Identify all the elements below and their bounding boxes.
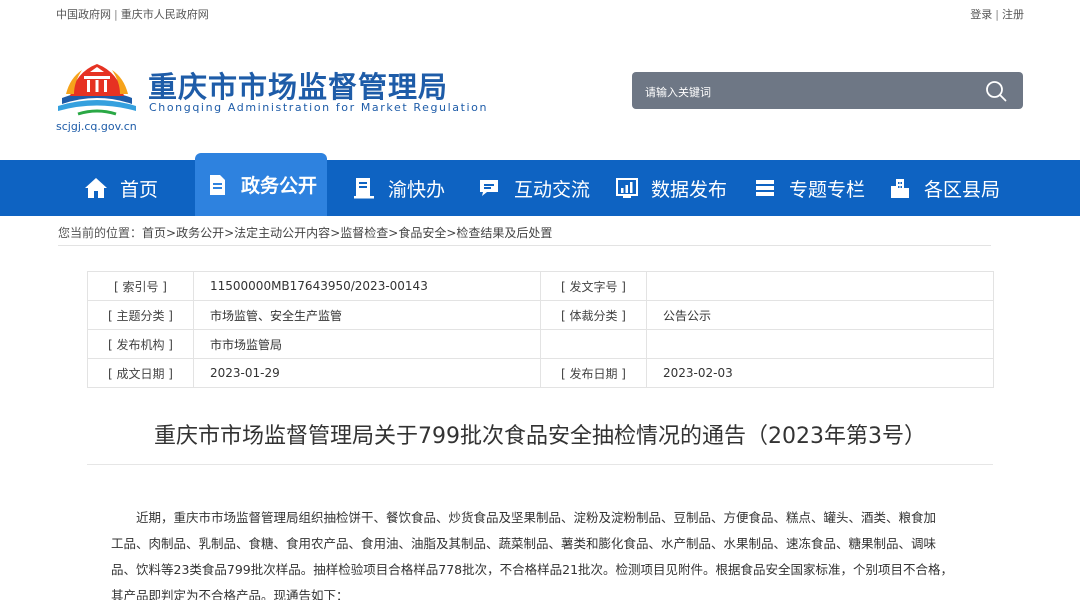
breadcrumb-separator: > bbox=[224, 226, 235, 240]
table-row: [ 主题分类 ] 市场监管、安全生产监管 [ 体裁分类 ] 公告公示 bbox=[87, 300, 994, 330]
info-value: 2023-01-29 bbox=[193, 358, 541, 388]
chat-icon bbox=[478, 176, 502, 200]
info-key bbox=[540, 329, 647, 359]
nav-label: 专题专栏 bbox=[789, 178, 866, 201]
top-links: 中国政府网 | 重庆市人民政府网 bbox=[56, 6, 209, 22]
breadcrumb: 您当前的位置：首页>政务公开>法定主动公开内容>监督检查>食品安全>检查结果及后… bbox=[58, 224, 991, 246]
breadcrumb-item[interactable]: 法定主动公开内容 bbox=[234, 226, 330, 240]
site-domain: scjgj.cq.gov.cn bbox=[56, 120, 137, 133]
nav-interaction[interactable]: 互动交流 bbox=[478, 160, 590, 216]
nav-district-bureaus[interactable]: 各区县局 bbox=[888, 160, 1000, 216]
info-key: [ 主题分类 ] bbox=[87, 300, 194, 330]
table-row: [ 发布机构 ] 市市场监管局 bbox=[87, 329, 994, 359]
article-text-line: 近期，重庆市市场监督管理局组织抽检饼干、餐饮食品、炒货食品及坚果制品、淀粉及淀粉… bbox=[111, 510, 937, 525]
breadcrumb-item[interactable]: 首页 bbox=[142, 226, 166, 240]
document-info-table: [ 索引号 ] 11500000MB17643950/2023-00143 [ … bbox=[87, 271, 994, 388]
nav-label: 政务公开 bbox=[241, 175, 318, 197]
breadcrumb-separator: > bbox=[166, 226, 177, 240]
info-value: 2023-02-03 bbox=[646, 358, 994, 388]
top-bar: 中国政府网 | 重庆市人民政府网 登录 | 注册 bbox=[0, 0, 1080, 24]
table-row: [ 索引号 ] 11500000MB17643950/2023-00143 [ … bbox=[87, 271, 994, 301]
search-bar[interactable]: 请输入关键词 bbox=[632, 72, 1023, 109]
nav-label: 渝快办 bbox=[388, 178, 446, 201]
nav-gov-affairs[interactable]: 政务公开 bbox=[195, 153, 328, 216]
article-text-line: 工品、肉制品、乳制品、食糖、食用农产品、食用油、油脂及其制品、蔬菜制品、薯类和膨… bbox=[111, 536, 937, 551]
info-value: 市场监管、安全生产监管 bbox=[193, 300, 541, 330]
divider: | bbox=[114, 8, 118, 21]
article-title: 重庆市市场监督管理局关于799批次食品安全抽检情况的通告（2023年第3号） bbox=[154, 424, 926, 449]
info-key: [ 发布日期 ] bbox=[540, 358, 647, 388]
info-key: [ 成文日期 ] bbox=[87, 358, 194, 388]
breadcrumb-separator: > bbox=[388, 226, 399, 240]
nav-label: 首页 bbox=[120, 178, 159, 201]
breadcrumb-separator: > bbox=[330, 226, 341, 240]
info-key: [ 索引号 ] bbox=[87, 271, 194, 301]
search-input[interactable]: 请输入关键词 bbox=[645, 84, 711, 100]
document-icon bbox=[205, 173, 229, 197]
site-title-en: Chongqing Administration for Market Regu… bbox=[149, 101, 489, 114]
search-icon[interactable] bbox=[985, 80, 1007, 102]
info-key: [ 体裁分类 ] bbox=[540, 300, 647, 330]
nav-label: 互动交流 bbox=[514, 178, 591, 201]
nav-home[interactable]: 首页 bbox=[84, 160, 158, 216]
breadcrumb-item[interactable]: 监督检查 bbox=[340, 226, 388, 240]
info-key: [ 发文字号 ] bbox=[540, 271, 647, 301]
link-cq-gov[interactable]: 重庆市人民政府网 bbox=[121, 8, 209, 21]
stack-icon bbox=[753, 176, 777, 200]
main-nav: 首页 政务公开 渝快办 互动交流 数据发布 专题专栏 各区县局 bbox=[0, 153, 1080, 216]
article-text-line: 品、饮料等23类食品799批次样品。抽样检验项目合格样品778批次，不合格样品2… bbox=[111, 562, 954, 577]
divider bbox=[87, 464, 993, 465]
table-row: [ 成文日期 ] 2023-01-29 [ 发布日期 ] 2023-02-03 bbox=[87, 358, 994, 388]
breadcrumb-item[interactable]: 政务公开 bbox=[176, 226, 224, 240]
nav-yukuaiban[interactable]: 渝快办 bbox=[352, 160, 445, 216]
home-icon bbox=[84, 176, 108, 200]
chart-icon bbox=[615, 176, 639, 200]
register-link[interactable]: 注册 bbox=[1002, 8, 1024, 21]
breadcrumb-label: 您当前的位置： bbox=[58, 226, 143, 240]
book-icon bbox=[352, 176, 376, 200]
info-value bbox=[646, 329, 994, 359]
account-links: 登录 | 注册 bbox=[970, 6, 1024, 22]
buildings-icon bbox=[888, 176, 912, 200]
site-header: 重庆市市场监督管理局 Chongqing Administration for … bbox=[0, 24, 1080, 160]
link-gov-cn[interactable]: 中国政府网 bbox=[56, 8, 111, 21]
article-text-line: 其产品即判定为不合格产品。现通告如下： bbox=[111, 588, 349, 600]
article-body: 近期，重庆市市场监督管理局组织抽检饼干、餐饮食品、炒货食品及坚果制品、淀粉及淀粉… bbox=[111, 505, 967, 600]
divider: | bbox=[995, 8, 999, 21]
info-key: [ 发布机构 ] bbox=[87, 329, 194, 359]
breadcrumb-item[interactable]: 食品安全 bbox=[398, 226, 446, 240]
nav-label: 数据发布 bbox=[651, 178, 728, 201]
info-value: 市市场监管局 bbox=[193, 329, 541, 359]
nav-data-release[interactable]: 数据发布 bbox=[615, 160, 727, 216]
nav-special-topics[interactable]: 专题专栏 bbox=[753, 160, 865, 216]
breadcrumb-separator: > bbox=[446, 226, 457, 240]
info-value bbox=[646, 271, 994, 301]
info-value: 公告公示 bbox=[646, 300, 994, 330]
logo-emblem-icon[interactable] bbox=[56, 54, 138, 118]
info-value: 11500000MB17643950/2023-00143 bbox=[193, 271, 541, 301]
breadcrumb-item[interactable]: 检查结果及后处置 bbox=[456, 226, 552, 240]
site-title[interactable]: 重庆市市场监督管理局 bbox=[148, 64, 448, 106]
login-link[interactable]: 登录 bbox=[970, 8, 992, 21]
nav-label: 各区县局 bbox=[924, 178, 1001, 201]
